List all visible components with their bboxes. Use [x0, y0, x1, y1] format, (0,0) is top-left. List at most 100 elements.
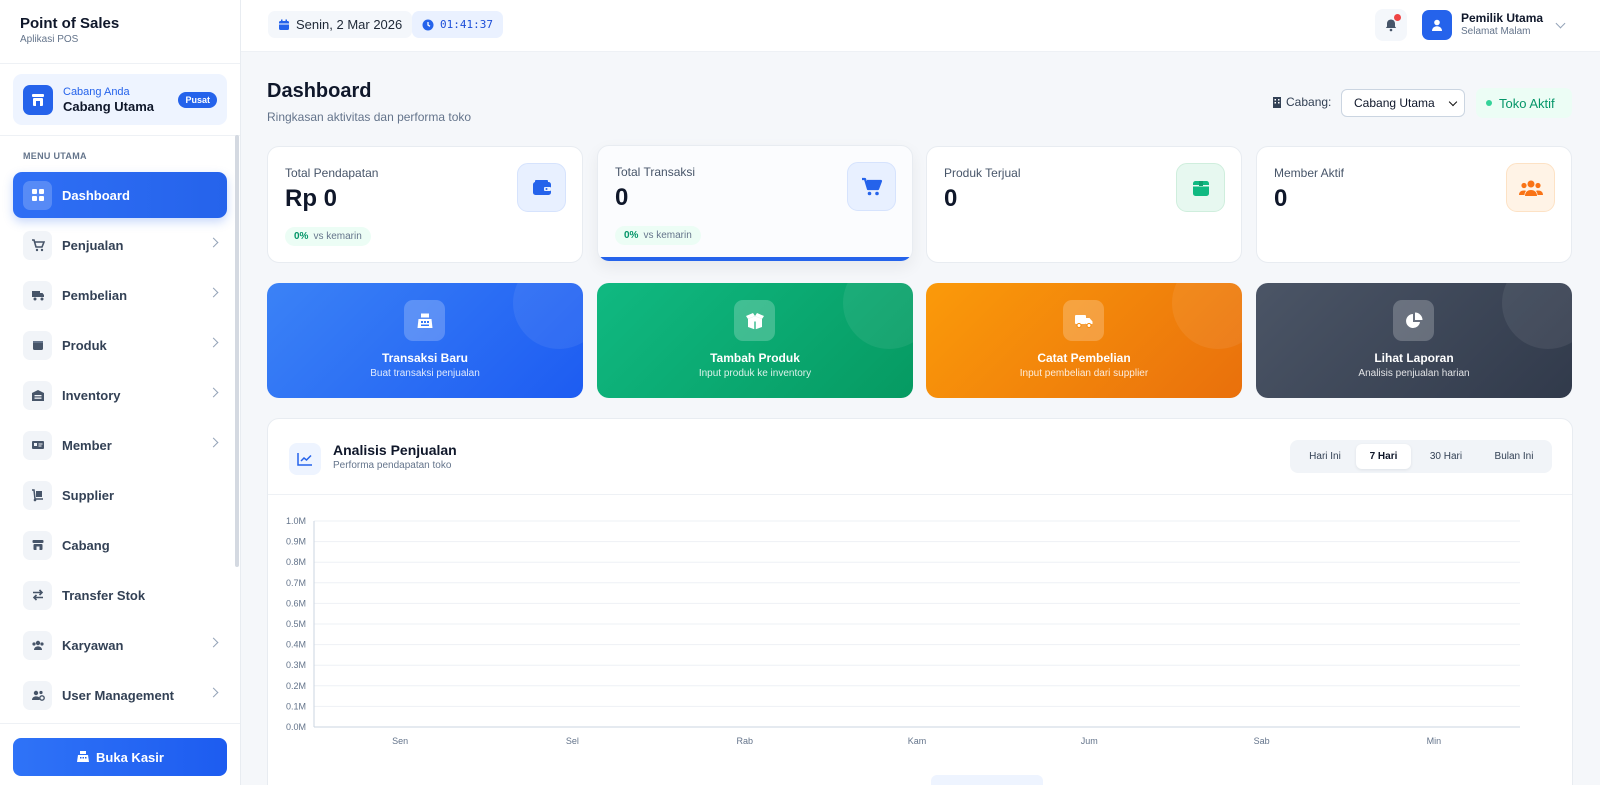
tambah-produk-card[interactable]: Tambah Produk Input produk ke inventory [597, 283, 913, 398]
stat-card-produk-terjual: Produk Terjual 0 [926, 146, 1242, 263]
x-tick-label: Rab [736, 736, 753, 746]
stat-label: Total Pendapatan [285, 166, 379, 180]
cart-icon [23, 230, 52, 260]
sidebar-scrollbar[interactable] [235, 135, 239, 567]
time-chip: 01:41:37 [412, 11, 503, 38]
sidebar-item-label: Penjualan [62, 237, 124, 253]
y-tick-label: 1.0M [286, 516, 306, 526]
tab-7-hari[interactable]: 7 Hari [1356, 444, 1411, 469]
sales-line-chart: 0.0M 0.1M 0.2M 0.3M 0.4M 0.5M 0.6M 0.7M 0.8M 0.9M… [286, 516, 1520, 746]
chevron-down-icon [1448, 97, 1458, 107]
x-tick-label: Kam [908, 736, 927, 746]
sidebar-item-inventory[interactable]: Inventory [13, 372, 227, 418]
transaksi-baru-card[interactable]: Transaksi Baru Buat transaksi penjualan [267, 283, 583, 398]
cart-icon [847, 162, 896, 211]
sidebar-item-label: Cabang [62, 537, 110, 553]
sidebar-item-user-management[interactable]: User Management [13, 672, 227, 718]
sidebar-item-label: User Management [62, 687, 174, 703]
stat-value: 0 [1274, 185, 1288, 212]
sidebar-item-penjualan[interactable]: Penjualan [13, 222, 227, 268]
sidebar-item-label: Pembelian [62, 287, 128, 303]
decorative-circle [1502, 283, 1572, 349]
status-text: Toko Aktif [1499, 95, 1555, 111]
user-icon [1432, 19, 1442, 31]
stat-trend: 0% vs kemarin [285, 227, 371, 246]
lihat-laporan-card[interactable]: Lihat Laporan Analisis penjualan harian [1256, 283, 1572, 398]
sidebar-item-produk[interactable]: Produk [13, 322, 227, 368]
chevron-down-icon[interactable] [1555, 18, 1566, 29]
sidebar-item-supplier[interactable]: Supplier [13, 472, 227, 518]
clock-icon [422, 19, 434, 30]
sidebar-item-karyawan[interactable]: Karyawan [13, 622, 227, 668]
trend-text: vs kemarin [313, 231, 362, 242]
line-chart-icon [289, 443, 321, 475]
stat-label: Produk Terjual [944, 166, 1021, 180]
grid-icon [23, 180, 52, 210]
decorative-circle [843, 283, 913, 349]
truck-icon [1063, 300, 1104, 341]
y-tick-label: 0.5M [286, 619, 306, 629]
y-tick-label: 0.9M [286, 537, 306, 547]
stat-card-pendapatan: Total Pendapatan Rp 0 0% vs kemarin [267, 146, 583, 263]
chart-title: Analisis Penjualan [333, 442, 457, 458]
tab-hari-ini[interactable]: Hari Ini [1294, 444, 1356, 469]
sales-analysis-card: Analisis Penjualan Performa pendapatan t… [267, 418, 1573, 785]
stat-card-transaksi: Total Transaksi 0 0% vs kemarin [597, 145, 913, 262]
cabang-select-value: Cabang Utama [1354, 96, 1435, 110]
tab-bulan-ini[interactable]: Bulan Ini [1480, 444, 1548, 469]
warehouse-icon [23, 380, 52, 410]
store-icon [23, 530, 52, 560]
box-icon [23, 330, 52, 360]
page-title: Dashboard [267, 80, 372, 102]
cabang-select[interactable]: Cabang Utama [1341, 89, 1465, 117]
trend-value: 0% [624, 230, 639, 241]
cabang-filter-label: Cabang: [1272, 95, 1331, 109]
card-accent-bar [598, 257, 912, 261]
action-title: Catat Pembelian [1037, 351, 1131, 365]
avatar[interactable] [1422, 10, 1452, 40]
cash-register-icon [404, 300, 445, 341]
cabang-label-text: Cabang: [1286, 95, 1332, 109]
users-icon [23, 630, 52, 660]
sidebar-item-transfer-stok[interactable]: Transfer Stok [13, 572, 227, 618]
chevron-right-icon [208, 237, 219, 248]
decorative-circle [1172, 283, 1242, 349]
current-date: Senin, 2 Mar 2026 [296, 17, 403, 32]
y-tick-label: 0.7M [286, 578, 306, 588]
stat-label: Total Transaksi [615, 165, 696, 179]
x-tick-label: Sab [1254, 736, 1270, 746]
sidebar-item-member[interactable]: Member [13, 422, 227, 468]
chevron-right-icon [208, 637, 219, 648]
pusat-badge: Pusat [178, 92, 217, 108]
sidebar-item-pembelian[interactable]: Pembelian [13, 272, 227, 318]
sidebar-item-label: Member [62, 437, 112, 453]
chart-subtitle: Performa pendapatan toko [333, 460, 452, 471]
sidebar-item-dashboard[interactable]: Dashboard [13, 172, 227, 218]
action-subtitle: Analisis penjualan harian [1358, 368, 1470, 379]
date-chip: Senin, 2 Mar 2026 [268, 11, 413, 38]
building-icon [1273, 97, 1281, 108]
chevron-right-icon [208, 387, 219, 398]
brand-title: Point of Sales [20, 15, 120, 32]
y-tick-label: 0.3M [286, 660, 306, 670]
cash-register-icon [77, 751, 90, 762]
chevron-right-icon [208, 687, 219, 698]
sidebar-item-cabang[interactable]: Cabang [13, 522, 227, 568]
action-subtitle: Buat transaksi penjualan [370, 368, 480, 379]
period-tabs: Hari Ini 7 Hari 30 Hari Bulan Ini [1290, 440, 1552, 473]
action-title: Lihat Laporan [1374, 351, 1454, 365]
branch-card: Cabang Anda Cabang Utama Pusat [13, 74, 227, 125]
pie-chart-icon [1393, 300, 1434, 341]
notification-button[interactable] [1375, 9, 1407, 41]
brand-subtitle: Aplikasi POS [20, 34, 79, 45]
sidebar-menu: Dashboard Penjualan Pembelian Produk Inv… [0, 172, 240, 718]
stat-value: 0 [615, 184, 629, 211]
chart-divider [268, 494, 1572, 495]
y-tick-label: 0.0M [286, 722, 306, 732]
user-name[interactable]: Pemilik Utama [1461, 11, 1543, 25]
buka-kasir-button[interactable]: Buka Kasir [13, 738, 227, 776]
tab-30-hari[interactable]: 30 Hari [1414, 444, 1478, 469]
stat-trend: 0% vs kemarin [615, 226, 701, 245]
catat-pembelian-card[interactable]: Catat Pembelian Input pembelian dari sup… [926, 283, 1242, 398]
user-greeting: Selamat Malam [1461, 26, 1531, 37]
